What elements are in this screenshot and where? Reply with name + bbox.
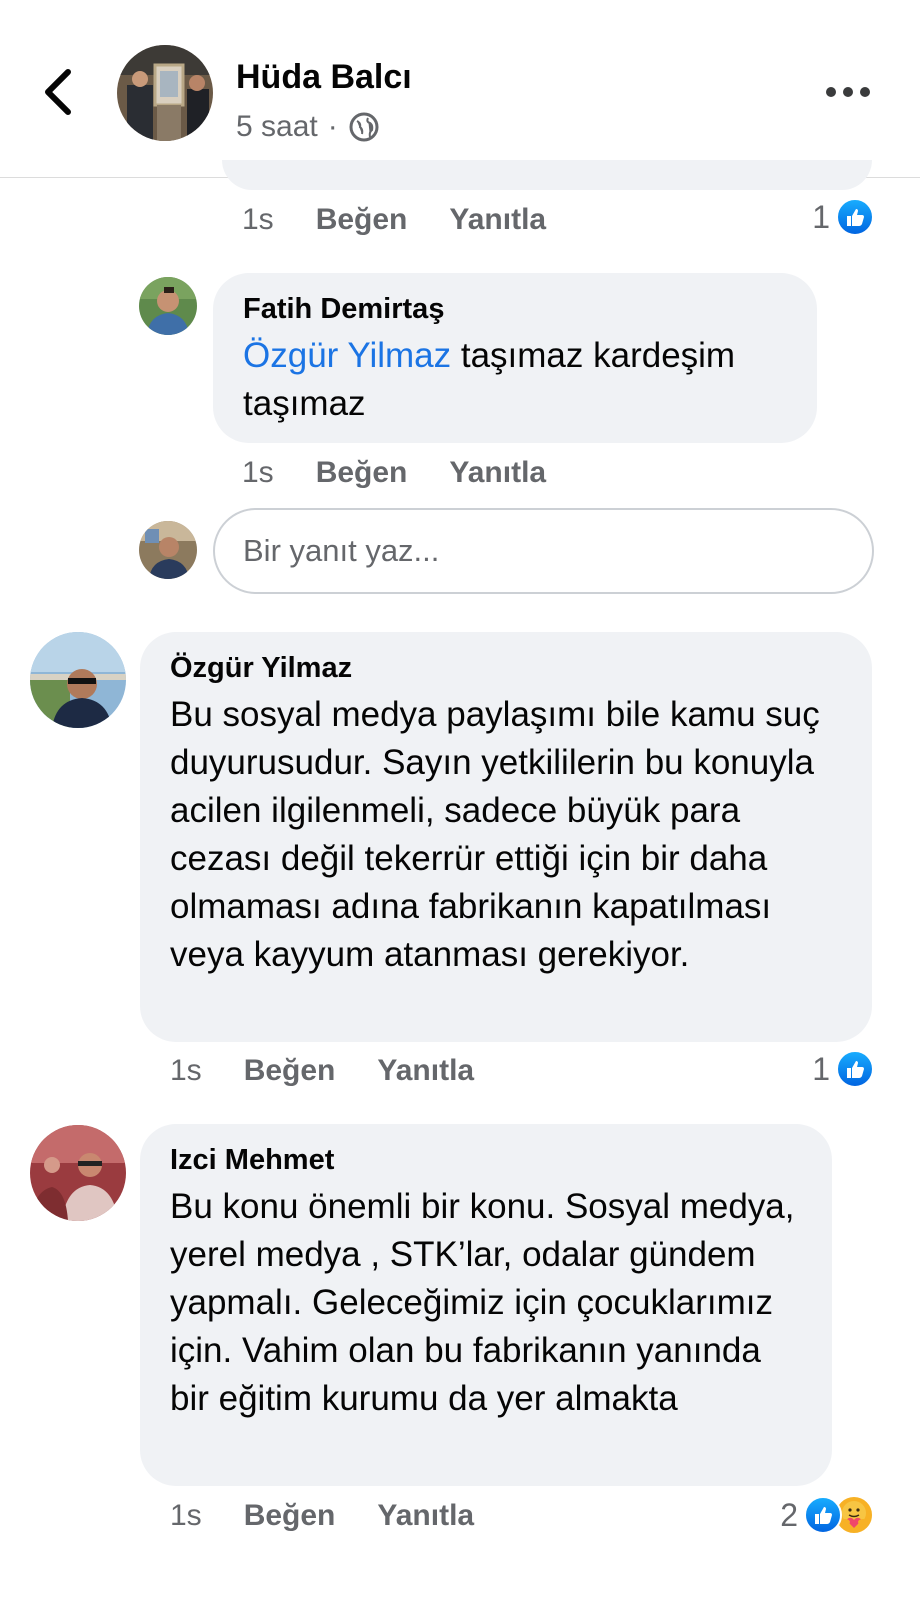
reply-button[interactable]: Yanıtla <box>449 203 546 237</box>
reply-input[interactable] <box>215 510 872 592</box>
like-button[interactable]: Beğen <box>244 1499 336 1533</box>
comment-bubble: Fatih Demirtaş Özgür Yilmaz taşımaz kard… <box>213 273 817 443</box>
comment-actions: 1s Beğen Yanıtla <box>242 456 588 490</box>
more-options-button[interactable] <box>826 82 870 102</box>
comment-actions: 1s Beğen Yanıtla <box>170 1499 516 1533</box>
reaction-count: 1 <box>812 1050 830 1087</box>
comment-text: Bu sosyal medya paylaşımı bile kamu suç … <box>170 695 820 974</box>
chevron-left-icon <box>45 69 71 115</box>
like-reaction-icon <box>836 198 874 236</box>
previous-comment-bubble <box>222 160 872 190</box>
dot-icon <box>826 87 836 97</box>
comment-time: 1s <box>170 1054 202 1087</box>
reaction-summary[interactable]: 1 <box>812 1050 874 1088</box>
commenter-avatar[interactable] <box>30 1125 126 1221</box>
meta-separator: · <box>327 110 338 143</box>
comment-author[interactable]: Izci Mehmet <box>170 1144 802 1177</box>
mention-link[interactable]: Özgür Yilmaz <box>243 336 451 375</box>
like-reaction-icon <box>836 1050 874 1088</box>
reply-button[interactable]: Yanıtla <box>377 1054 474 1088</box>
comment-actions: 1s Beğen Yanıtla <box>242 203 588 237</box>
reply-input-container[interactable] <box>213 508 874 594</box>
back-button[interactable] <box>38 66 78 118</box>
comment-actions: 1s Beğen Yanıtla <box>170 1054 516 1088</box>
author-avatar-image <box>117 45 213 141</box>
reaction-count: 1 <box>812 198 830 235</box>
comment-text: Özgür Yilmaz taşımaz kardeşim taşımaz <box>243 332 787 428</box>
comment-time: 1s <box>242 203 274 236</box>
dot-icon <box>860 87 870 97</box>
reply-button[interactable]: Yanıtla <box>449 456 546 490</box>
author-name[interactable]: Hüda Balcı <box>236 58 412 97</box>
dot-icon <box>843 87 853 97</box>
commenter-avatar[interactable] <box>30 632 126 728</box>
comment-bubble: Özgür Yilmaz Bu sosyal medya paylaşımı b… <box>140 632 872 1042</box>
commenter-avatar[interactable] <box>139 277 197 335</box>
reaction-summary[interactable]: 1 <box>812 198 874 236</box>
like-button[interactable]: Beğen <box>316 203 408 237</box>
reply-button[interactable]: Yanıtla <box>377 1499 474 1533</box>
post-time: 5 saat <box>236 110 318 143</box>
comment-text: Bu konu önemli bir konu. Sosyal medya, y… <box>170 1187 795 1418</box>
reaction-count: 2 <box>780 1496 798 1533</box>
globe-icon <box>349 112 379 142</box>
author-avatar[interactable] <box>117 45 213 141</box>
like-button[interactable]: Beğen <box>316 456 408 490</box>
comment-time: 1s <box>170 1499 202 1532</box>
like-button[interactable]: Beğen <box>244 1054 336 1088</box>
post-meta: 5 saat · <box>236 110 380 144</box>
reaction-summary[interactable]: 2 <box>780 1495 874 1535</box>
like-reaction-icon <box>804 1496 842 1534</box>
comment-author[interactable]: Özgür Yilmaz <box>170 652 842 685</box>
post-header: Hüda Balcı 5 saat · <box>0 0 920 178</box>
comment-bubble: Izci Mehmet Bu konu önemli bir konu. Sos… <box>140 1124 832 1486</box>
current-user-avatar <box>139 521 197 579</box>
comment-author[interactable]: Fatih Demirtaş <box>243 293 787 326</box>
comment-time: 1s <box>242 456 274 489</box>
